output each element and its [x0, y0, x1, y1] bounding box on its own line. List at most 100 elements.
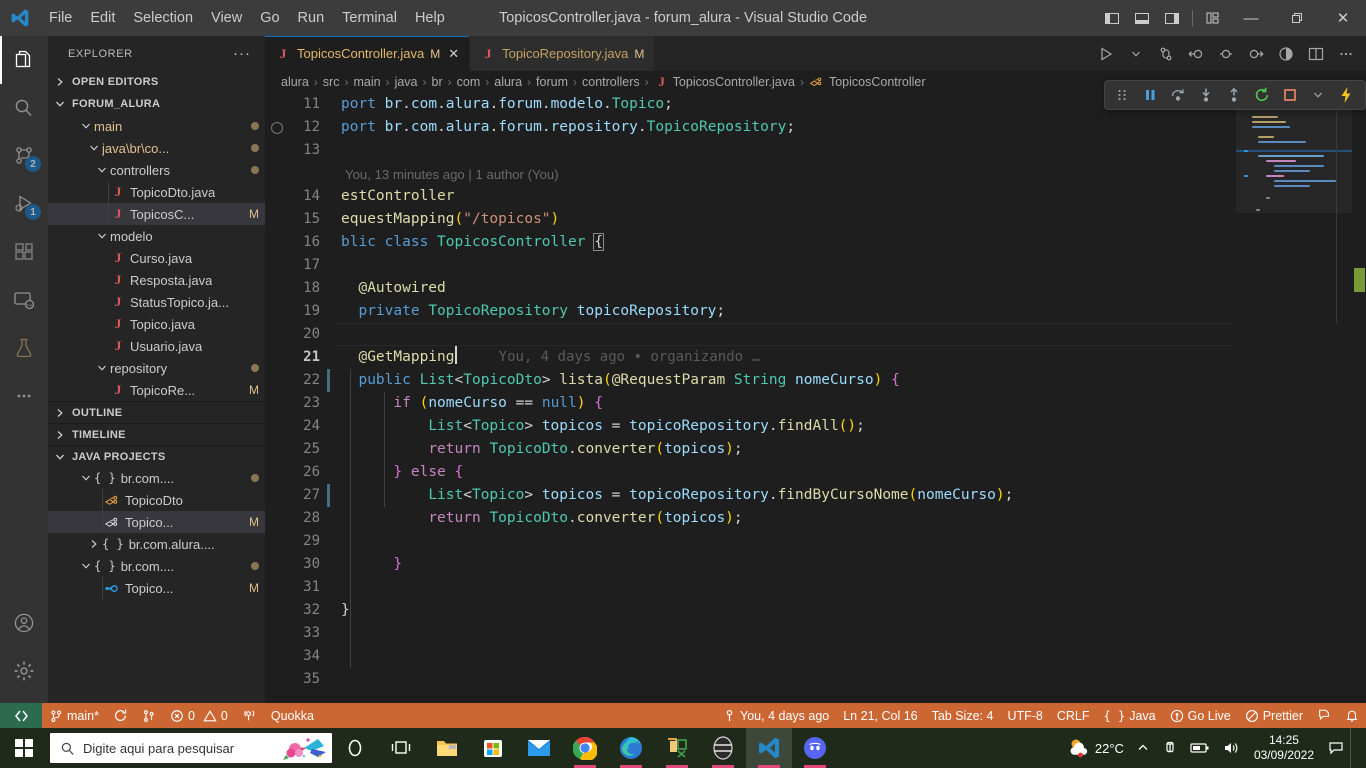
menu-help[interactable]: Help	[406, 0, 454, 36]
status-language-mode[interactable]: { } Java	[1097, 703, 1163, 728]
editor-scrollbar[interactable]	[1352, 93, 1366, 703]
drag-handle-icon[interactable]	[1109, 82, 1135, 108]
restore-button[interactable]	[1274, 0, 1320, 36]
breadcrumb-item[interactable]: alura	[494, 75, 522, 89]
breadcrumb-item[interactable]: forum	[536, 75, 568, 89]
weather-widget[interactable]: 22°C	[1061, 737, 1130, 759]
panel-right-icon[interactable]	[1157, 0, 1187, 36]
tree-row[interactable]: TopicoDto	[48, 489, 265, 511]
tree-row[interactable]: { } br.com....	[48, 555, 265, 577]
cortana-icon[interactable]	[332, 728, 378, 768]
tree-row[interactable]: J Topico.java	[48, 313, 265, 335]
customize-layout-icon[interactable]	[1198, 0, 1228, 36]
status-notifications-bell-icon[interactable]	[1338, 703, 1366, 728]
status-go-live[interactable]: Go Live	[1163, 703, 1238, 728]
status-quokka[interactable]: Quokka	[264, 703, 321, 728]
go-back-icon[interactable]	[1182, 36, 1210, 71]
tree-row[interactable]: J Usuario.java	[48, 335, 265, 357]
chrome-icon[interactable]	[562, 728, 608, 768]
chevron-down-icon[interactable]	[1305, 82, 1331, 108]
edge-icon[interactable]	[608, 728, 654, 768]
tree-row[interactable]: { } br.com....	[48, 467, 265, 489]
minimap[interactable]	[1236, 93, 1352, 703]
microsoft-store-icon[interactable]	[470, 728, 516, 768]
chevron-up-icon[interactable]	[1130, 741, 1156, 755]
debug-toolbar[interactable]	[1104, 80, 1366, 110]
menu-go[interactable]: Go	[251, 0, 288, 36]
breadcrumb-item[interactable]: main	[353, 75, 380, 89]
source-control-icon[interactable]: 2	[0, 132, 48, 180]
tree-row[interactable]: controllers	[48, 159, 265, 181]
tree-row[interactable]: { } br.com.alura....	[48, 533, 265, 555]
more-actions-icon[interactable]	[1332, 36, 1360, 71]
panel-bottom-icon[interactable]	[1127, 0, 1157, 36]
extensions-icon[interactable]	[0, 228, 48, 276]
onedrive-icon[interactable]	[1156, 740, 1184, 756]
breadcrumb-item[interactable]: com	[457, 75, 481, 89]
chevron-down-icon[interactable]	[1122, 36, 1150, 71]
status-branch-compare-icon[interactable]	[135, 703, 163, 728]
xsplit-icon[interactable]	[654, 728, 700, 768]
remote-explorer-icon[interactable]: ><	[0, 276, 48, 324]
show-desktop-button[interactable]	[1350, 728, 1362, 768]
status-cursor-position[interactable]: Ln 21, Col 16	[836, 703, 924, 728]
menu-terminal[interactable]: Terminal	[333, 0, 406, 36]
pause-icon[interactable]	[1137, 82, 1163, 108]
manage-settings-icon[interactable]	[0, 647, 48, 695]
tree-row[interactable]: modelo	[48, 225, 265, 247]
menu-edit[interactable]: Edit	[81, 0, 124, 36]
volume-icon[interactable]	[1216, 740, 1246, 756]
sidebar-more-icon[interactable]: ···	[227, 45, 257, 62]
section-timeline[interactable]: TIMELINE	[48, 423, 265, 445]
status-branch[interactable]: main*	[42, 703, 106, 728]
tree-row[interactable]: J TopicoRe... M	[48, 379, 265, 401]
panel-left-icon[interactable]	[1097, 0, 1127, 36]
menu-selection[interactable]: Selection	[124, 0, 202, 36]
tab-topicorepository[interactable]: J TopicoRepository.java M	[470, 36, 656, 71]
status-feedback-icon[interactable]	[1310, 703, 1338, 728]
action-center-icon[interactable]	[1322, 740, 1350, 756]
breakpoint-icon[interactable]	[271, 122, 283, 134]
status-tab-size[interactable]: Tab Size: 4	[925, 703, 1001, 728]
split-editor-icon[interactable]	[1302, 36, 1330, 71]
section-java-projects[interactable]: JAVA PROJECTS	[48, 445, 265, 467]
menu-file[interactable]: File	[40, 0, 81, 36]
search-icon[interactable]	[0, 84, 48, 132]
breadcrumb-item[interactable]: TopicosController	[829, 75, 926, 89]
restart-icon[interactable]	[1249, 82, 1275, 108]
status-problems[interactable]: 0 0	[163, 703, 235, 728]
taskbar-search-input[interactable]: Digite aqui para pesquisar	[50, 733, 332, 763]
accounts-icon[interactable]	[0, 599, 48, 647]
git-blame-lens[interactable]: You, 13 minutes ago | 1 author (You)	[345, 163, 559, 186]
step-into-icon[interactable]	[1193, 82, 1219, 108]
stop-icon[interactable]	[1277, 82, 1303, 108]
section-open-editors[interactable]: OPEN EDITORS	[48, 71, 265, 93]
tree-row[interactable]: repository	[48, 357, 265, 379]
breadcrumb-item[interactable]: java	[395, 75, 418, 89]
battery-icon[interactable]	[1184, 741, 1216, 755]
menu-run[interactable]: Run	[289, 0, 334, 36]
taskbar-clock[interactable]: 14:25 03/09/2022	[1246, 733, 1322, 763]
breadcrumb-item[interactable]: controllers	[582, 75, 640, 89]
start-button-icon[interactable]	[0, 728, 48, 768]
more-actions-icon[interactable]	[0, 372, 48, 420]
breadcrumb-item[interactable]: alura	[281, 75, 309, 89]
remote-window-icon[interactable]	[0, 703, 42, 728]
lightning-icon[interactable]	[1333, 82, 1359, 108]
task-view-icon[interactable]	[378, 728, 424, 768]
tree-row[interactable]: J StatusTopico.ja...	[48, 291, 265, 313]
breadcrumb-item[interactable]: src	[323, 75, 340, 89]
status-encoding[interactable]: UTF-8	[1000, 703, 1049, 728]
close-button[interactable]: ✕	[1320, 0, 1366, 36]
status-radio-tower-icon[interactable]	[235, 703, 264, 728]
tree-row-topico-class[interactable]: Topico... M	[48, 511, 265, 533]
go-next-icon[interactable]	[1242, 36, 1270, 71]
step-out-icon[interactable]	[1221, 82, 1247, 108]
menu-view[interactable]: View	[202, 0, 251, 36]
tree-row-topicoscontroller[interactable]: J TopicosC... M	[48, 203, 265, 225]
mail-icon[interactable]	[516, 728, 562, 768]
split-editor-down-icon[interactable]	[1152, 36, 1180, 71]
tree-row[interactable]: Topico... M	[48, 577, 265, 599]
discord-icon[interactable]	[792, 728, 838, 768]
close-icon[interactable]: ✕	[448, 46, 459, 62]
